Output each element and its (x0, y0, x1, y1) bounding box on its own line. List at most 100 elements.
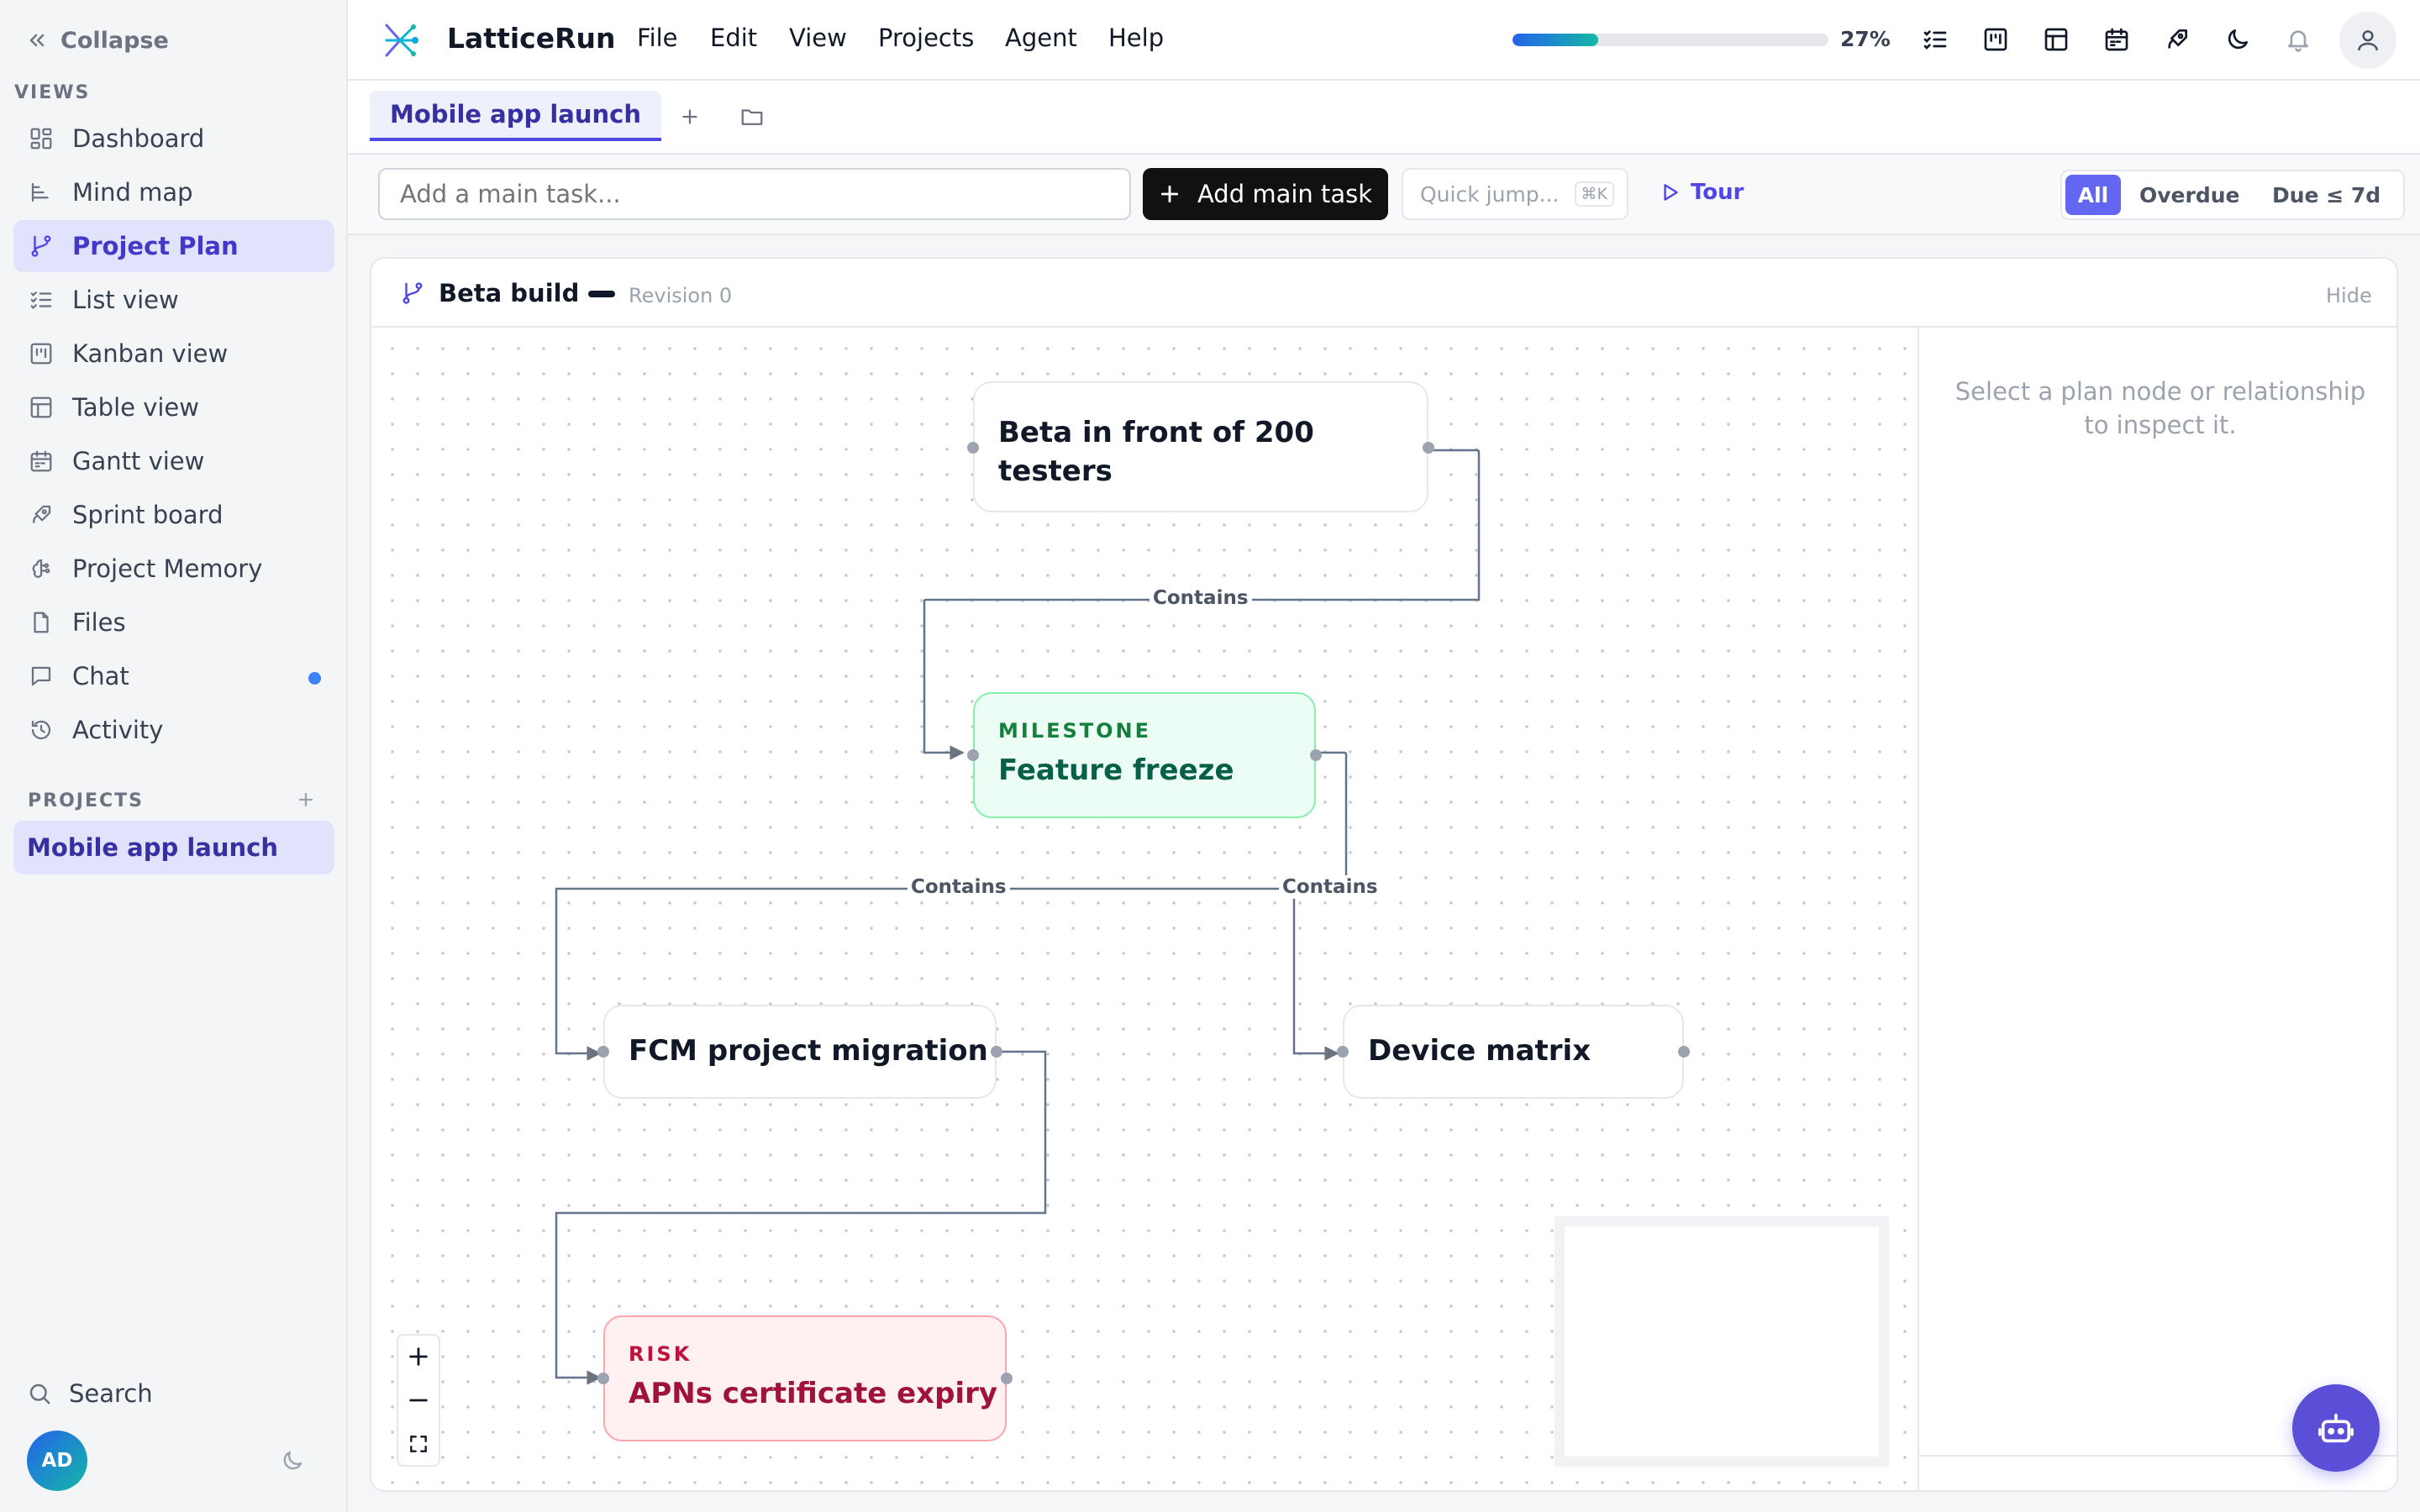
sidebar-item-kanban-view[interactable]: Kanban view (13, 328, 334, 380)
tab-mobile-app-launch[interactable]: Mobile app launch (370, 91, 662, 141)
plan-panel: Beta build Revision 0 Hide Contains Cont… (370, 257, 2398, 1492)
edge-label-contains[interactable]: Contains (1150, 586, 1252, 610)
menu-view[interactable]: View (789, 24, 847, 52)
minimap[interactable] (1555, 1216, 1889, 1467)
sidebar-item-list-view[interactable]: List view (13, 274, 334, 326)
menu-projects[interactable]: Projects (878, 24, 974, 52)
sidebar-item-mind-map[interactable]: Mind map (13, 166, 334, 218)
plan-node-milestone[interactable]: MILESTONE Feature freeze (967, 692, 1322, 818)
progress-fill (1512, 34, 1598, 46)
quick-jump-label: Quick jump... (1420, 181, 1560, 207)
plan-canvas[interactable]: Contains Contains Contains Beta in front… (371, 328, 1918, 1490)
sidebar-item-project-memory[interactable]: Project Memory (13, 543, 334, 595)
menu-agent[interactable]: Agent (1005, 24, 1077, 52)
list-view-shortcut[interactable] (1919, 24, 1951, 55)
node-output-handle[interactable] (1001, 1373, 1013, 1384)
bell-icon (2288, 30, 2308, 52)
sidebar-item-label: Sprint board (72, 501, 224, 529)
fit-view-button[interactable] (398, 1423, 439, 1465)
notifications-button[interactable] (2282, 24, 2314, 55)
add-project-button[interactable] (294, 788, 318, 811)
table-shortcut[interactable] (2040, 24, 2072, 55)
project-progress-bar (1512, 34, 1828, 46)
sidebar-item-project-plan[interactable]: Project Plan (13, 220, 334, 272)
plan-status-pill (588, 291, 615, 297)
sidebar-item-table-view[interactable]: Table view (13, 381, 334, 433)
user-icon (2358, 30, 2378, 51)
edge-label-contains[interactable]: Contains (1279, 875, 1381, 899)
node-title: Feature freeze (998, 753, 1234, 787)
menu-file[interactable]: File (637, 24, 678, 52)
plan-node-goal[interactable]: Beta in front of 200 testers (967, 381, 1434, 512)
tour-button[interactable]: Tour (1659, 180, 1744, 205)
node-input-handle[interactable] (597, 1373, 609, 1384)
node-output-handle[interactable] (991, 1046, 1002, 1058)
gantt-shortcut[interactable] (2101, 24, 2133, 55)
node-output-handle[interactable] (1423, 442, 1434, 454)
sidebar-item-label: Kanban view (72, 339, 229, 368)
filter-overdue[interactable]: Overdue (2139, 183, 2239, 207)
sidebar-item-dashboard[interactable]: Dashboard (13, 113, 334, 165)
menu-help[interactable]: Help (1108, 24, 1164, 52)
edge-label-contains[interactable]: Contains (908, 875, 1010, 899)
node-output-handle[interactable] (1678, 1046, 1690, 1058)
kanban-shortcut[interactable] (1980, 24, 2012, 55)
node-input-handle[interactable] (597, 1046, 609, 1058)
fit-view-icon (410, 1436, 427, 1452)
plan-node-fcm-migration[interactable]: FCM project migration (597, 1005, 1002, 1099)
progress-label: 27% (1840, 27, 1891, 51)
sidebar-item-label: Project Plan (72, 232, 239, 260)
zoom-out-button[interactable] (398, 1379, 439, 1421)
moon-icon (2228, 29, 2248, 50)
sidebar-item-gantt-view[interactable]: Gantt view (13, 435, 334, 487)
branch-icon (27, 232, 55, 260)
main-task-input[interactable] (378, 168, 1131, 220)
node-output-handle[interactable] (1310, 749, 1322, 761)
quick-jump-button[interactable]: Quick jump... ⌘K (1402, 168, 1628, 220)
plan-node-device-matrix[interactable]: Device matrix (1337, 1005, 1690, 1099)
theme-toggle-button[interactable] (280, 1448, 305, 1473)
plan-node-risk[interactable]: RISK APNs certificate expiry (597, 1315, 1013, 1441)
plus-icon (1160, 185, 1179, 203)
list-icon (27, 286, 55, 314)
node-input-handle[interactable] (967, 442, 979, 454)
avatar[interactable]: AD (27, 1431, 87, 1491)
new-tab-button[interactable] (677, 104, 702, 129)
plus-icon (682, 109, 697, 124)
sidebar-item-sprint-board[interactable]: Sprint board (13, 489, 334, 541)
sidebar-item-files[interactable]: Files (13, 596, 334, 648)
filter-all[interactable]: All (2065, 175, 2121, 215)
zoom-in-button[interactable] (398, 1336, 439, 1378)
node-input-handle[interactable] (967, 749, 979, 761)
sidebar-item-label: Mind map (72, 178, 193, 207)
node-input-handle[interactable] (1337, 1046, 1349, 1058)
sidebar-item-label: Gantt view (72, 447, 205, 475)
sidebar-item-chat[interactable]: Chat (13, 650, 334, 702)
open-folder-button[interactable] (739, 104, 765, 129)
plus-icon (409, 1347, 428, 1366)
menu-edit[interactable]: Edit (710, 24, 757, 52)
table-icon (2044, 28, 2068, 51)
chevrons-left-icon (27, 30, 47, 50)
top-bar: LatticeRun File Edit View Projects Agent… (348, 0, 2420, 81)
sidebar-project-mobile-app-launch[interactable]: Mobile app launch (13, 821, 334, 874)
edge-freeze-to-device[interactable] (1292, 889, 1339, 1061)
views-section-label: VIEWS (14, 82, 91, 103)
sidebar-item-activity[interactable]: Activity (13, 704, 334, 756)
dark-mode-toggle[interactable] (2222, 24, 2254, 55)
folder-icon (741, 109, 763, 125)
filter-due-7d[interactable]: Due ≤ 7d (2272, 183, 2381, 207)
rocket-icon (27, 501, 55, 529)
hide-inspector-button[interactable]: Hide (2326, 284, 2372, 307)
user-menu-button[interactable] (2339, 12, 2396, 69)
sidebar-search[interactable]: Search (27, 1379, 153, 1408)
node-title: Device matrix (1368, 1034, 1591, 1068)
collapse-label: Collapse (60, 27, 169, 54)
collapse-button[interactable]: Collapse (27, 24, 169, 57)
add-main-task-button[interactable]: Add main task (1143, 168, 1388, 220)
sprint-shortcut[interactable] (2161, 24, 2193, 55)
agent-assistant-button[interactable] (2292, 1384, 2380, 1472)
search-label: Search (69, 1379, 153, 1408)
due-filter-group: All Overdue Due ≤ 7d (2060, 170, 2405, 220)
node-kind-label: MILESTONE (998, 719, 1152, 743)
